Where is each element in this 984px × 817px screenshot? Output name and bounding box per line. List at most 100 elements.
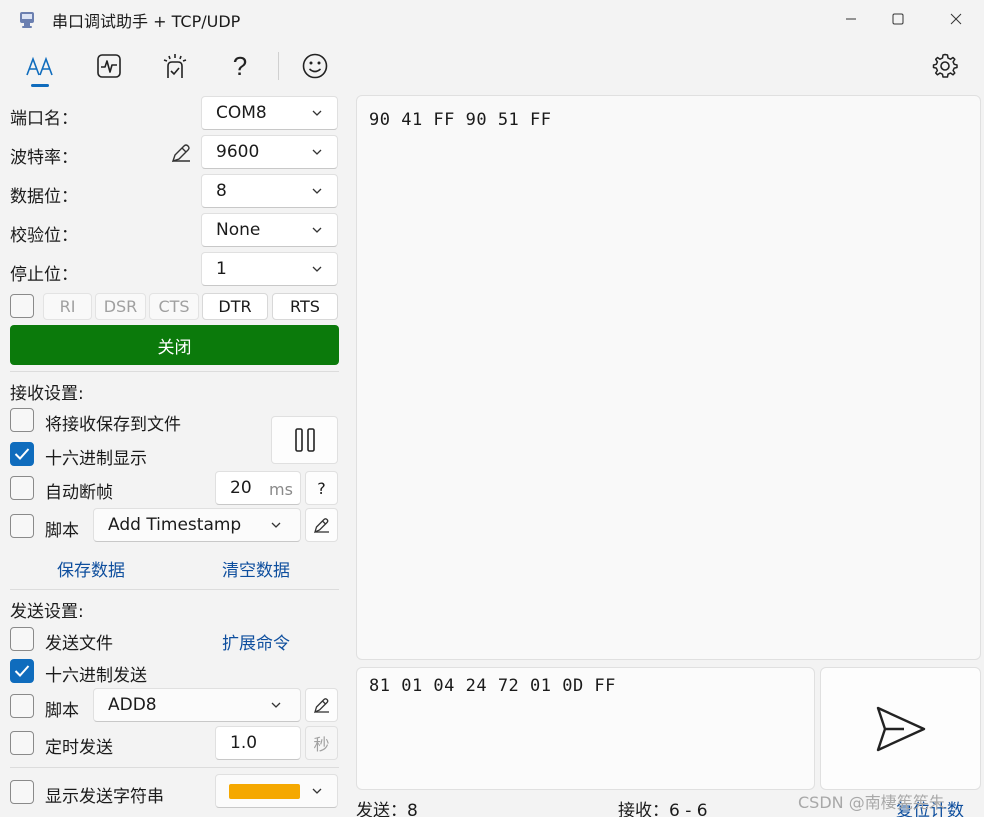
minimize-button[interactable] — [826, 0, 876, 38]
divider — [10, 371, 339, 372]
chevron-down-icon — [271, 522, 281, 528]
save-data-link[interactable]: 保存数据 — [57, 556, 125, 581]
auto-frame-help-button[interactable]: ? — [305, 471, 338, 505]
receive-script-edit-button[interactable] — [305, 508, 338, 542]
show-send-string-label: 显示发送字符串 — [45, 787, 164, 807]
serial-port-icon — [20, 12, 34, 28]
sent-count: 发送：8 — [356, 801, 418, 817]
help-icon: ? — [232, 50, 248, 81]
receive-content: 90 41 FF 90 51 FF — [369, 110, 552, 130]
close-window-button[interactable] — [931, 0, 981, 38]
databits-value: 8 — [216, 181, 227, 201]
scene-button[interactable] — [155, 48, 195, 84]
parity-label: 校验位： — [10, 226, 78, 246]
edit-icon — [313, 518, 329, 534]
pause-button[interactable] — [271, 416, 338, 464]
divider — [10, 589, 339, 590]
chevron-down-icon — [271, 702, 281, 708]
watermark: CSDN @南棲筅筅朱 — [798, 793, 945, 812]
send-icon — [876, 706, 925, 751]
timed-send-label: 定时发送 — [45, 738, 113, 758]
hex-display-label: 十六进制显示 — [45, 449, 147, 469]
baud-select[interactable]: 9600 — [201, 135, 338, 169]
save-to-file-label: 将接收保存到文件 — [45, 415, 181, 435]
auto-frame-checkbox[interactable] — [10, 476, 34, 500]
send-button[interactable] — [820, 667, 981, 790]
waveform-icon — [97, 54, 121, 78]
timed-send-checkbox[interactable] — [10, 731, 34, 755]
text-format-icon — [26, 56, 53, 76]
signal-dsr: DSR — [95, 293, 146, 320]
toolbar-divider — [278, 52, 279, 80]
send-script-label: 脚本 — [45, 701, 79, 721]
signal-cts: CTS — [149, 293, 199, 320]
dtr-button[interactable]: DTR — [202, 293, 268, 320]
receive-script-label: 脚本 — [45, 521, 79, 541]
edit-icon — [313, 698, 329, 714]
send-textarea[interactable]: 81 01 04 24 72 01 0D FF — [356, 667, 815, 790]
send-color-picker[interactable] — [215, 774, 338, 808]
help-icon: ? — [317, 478, 326, 498]
seconds-unit-label: 秒 — [313, 735, 330, 754]
show-send-string-checkbox[interactable] — [10, 780, 34, 804]
port-select[interactable]: COM8 — [201, 96, 338, 130]
signal-checkbox[interactable] — [10, 294, 34, 318]
color-swatch — [229, 784, 300, 799]
parity-value: None — [216, 220, 261, 240]
receive-script-select[interactable]: Add Timestamp — [93, 508, 301, 542]
hex-send-label: 十六进制发送 — [45, 666, 147, 686]
checkmark-icon — [14, 448, 30, 460]
smiley-icon — [302, 53, 328, 79]
send-script-checkbox[interactable] — [10, 694, 34, 718]
receive-section-title: 接收设置: — [10, 384, 84, 404]
seconds-unit: 秒 — [305, 726, 338, 760]
signal-ri: RI — [43, 293, 92, 320]
stopbits-value: 1 — [216, 259, 227, 279]
scene-icon — [163, 54, 187, 78]
toolbar: ? — [0, 40, 984, 92]
emoji-button[interactable] — [295, 48, 335, 84]
receive-textarea[interactable]: 90 41 FF 90 51 FF — [356, 95, 981, 660]
chevron-down-icon — [312, 788, 322, 794]
send-script-select[interactable]: ADD8 — [93, 688, 301, 722]
port-value: COM8 — [216, 103, 267, 123]
databits-label: 数据位： — [10, 187, 78, 207]
ms-unit: ms — [269, 480, 293, 499]
send-file-checkbox[interactable] — [10, 627, 34, 651]
port-label: 端口名： — [10, 109, 78, 129]
send-script-edit-button[interactable] — [305, 688, 338, 722]
settings-button[interactable] — [925, 48, 965, 84]
text-mode-button[interactable] — [20, 48, 60, 84]
hex-send-checkbox[interactable] — [10, 659, 34, 683]
parity-select[interactable]: None — [201, 213, 338, 247]
receive-script-checkbox[interactable] — [10, 514, 34, 538]
timed-send-input[interactable]: 1.0 — [215, 726, 301, 760]
waveform-button[interactable] — [89, 48, 129, 84]
stopbits-select[interactable]: 1 — [201, 252, 338, 286]
send-script-value: ADD8 — [108, 695, 157, 715]
baud-value: 9600 — [216, 142, 260, 162]
close-port-button[interactable]: 关闭 — [10, 325, 339, 365]
checkmark-icon — [14, 665, 30, 677]
extended-command-link[interactable]: 扩展命令 — [222, 629, 290, 654]
divider — [10, 767, 339, 768]
chevron-down-icon — [312, 149, 322, 155]
hex-display-checkbox[interactable] — [10, 442, 34, 466]
chevron-down-icon — [312, 227, 322, 233]
rts-button[interactable]: RTS — [272, 293, 338, 320]
help-button[interactable]: ? — [220, 48, 260, 84]
save-to-file-checkbox[interactable] — [10, 408, 34, 432]
chevron-down-icon — [312, 188, 322, 194]
timed-send-value: 1.0 — [230, 733, 258, 753]
close-icon — [950, 13, 962, 25]
maximize-button[interactable] — [873, 0, 923, 38]
send-content: 81 01 04 24 72 01 0D FF — [369, 676, 616, 696]
title-bar: 串口调试助手 + TCP/UDP — [0, 0, 984, 38]
clear-data-link[interactable]: 清空数据 — [222, 556, 290, 581]
chevron-down-icon — [312, 110, 322, 116]
send-section-title: 发送设置: — [10, 602, 84, 622]
minimize-icon — [846, 18, 856, 20]
edit-baud-icon[interactable] — [170, 142, 192, 164]
auto-frame-value: 20 — [230, 478, 252, 498]
databits-select[interactable]: 8 — [201, 174, 338, 208]
